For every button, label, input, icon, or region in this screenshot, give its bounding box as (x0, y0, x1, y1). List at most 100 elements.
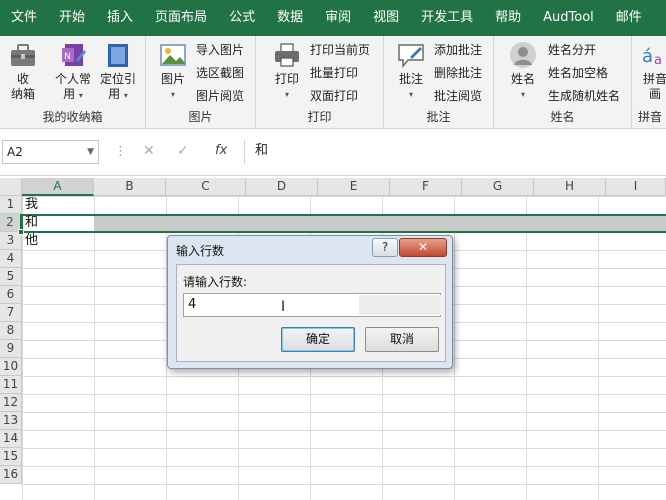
cell-a1[interactable]: 我 (25, 196, 38, 214)
menu-insert[interactable]: 插入 (96, 0, 144, 36)
name-add-space-button[interactable]: 姓名加空格 (548, 64, 620, 83)
delete-comment-button[interactable]: 删除批注 (434, 64, 482, 83)
menu-view[interactable]: 视图 (362, 0, 410, 36)
row-header-4[interactable]: 4 (0, 250, 22, 268)
cell-a2[interactable]: 和 (25, 214, 38, 232)
column-header-i[interactable]: I (606, 178, 666, 196)
menu-help[interactable]: 帮助 (484, 0, 532, 36)
formula-bar-grip-icon[interactable]: ⋮ (114, 144, 127, 159)
select-all-corner[interactable] (0, 178, 22, 196)
picture-label: 图片 (160, 72, 185, 86)
add-comment-button[interactable]: 添加批注 (434, 41, 482, 60)
picture-actions: 导入图片 选区截图 图片阅览 (196, 41, 244, 106)
locate-reference-button[interactable]: 定位引 用 ▾ (98, 40, 138, 103)
column-header-f[interactable]: F (390, 178, 462, 196)
import-picture-button[interactable]: 导入图片 (196, 41, 244, 60)
rows-prompt-label: 请输入行数: (183, 275, 248, 289)
batch-print-button[interactable]: 批量打印 (310, 64, 370, 83)
ribbon-group-print: 打印 ▾ 打印当前页 批量打印 双面打印 打印 (256, 36, 384, 129)
input-shade (359, 295, 441, 315)
help-button[interactable]: ? (372, 238, 398, 257)
menu-developer[interactable]: 开发工具 (410, 0, 484, 36)
row-header-15[interactable]: 15 (0, 448, 22, 466)
menu-file[interactable]: 文件 (0, 0, 48, 36)
print-current-page-button[interactable]: 打印当前页 (310, 41, 370, 60)
name-actions: 姓名分开 姓名加空格 生成随机姓名 (548, 41, 620, 106)
pinyin-button[interactable]: á a 拼音 画 (640, 40, 666, 102)
row-header-1[interactable]: 1 (0, 196, 22, 214)
toolbox-icon (11, 44, 35, 66)
column-header-c[interactable]: C (166, 178, 246, 196)
comment-button[interactable]: 批注 ▾ (394, 40, 428, 102)
personal-common-button[interactable]: N 个人常 用 ▾ (52, 40, 94, 103)
ok-button[interactable]: 确定 (281, 327, 355, 352)
cancel-icon[interactable]: ✕ (143, 143, 155, 159)
cell-a3[interactable]: 他 (25, 232, 38, 250)
menu-review[interactable]: 审阅 (314, 0, 362, 36)
duplex-print-button[interactable]: 双面打印 (310, 87, 370, 106)
comment-view-button[interactable]: 批注阅览 (434, 87, 482, 106)
comment-group-label: 批注 (426, 110, 451, 124)
row-header-11[interactable]: 11 (0, 376, 22, 394)
ribbon: 收 纳箱 N 个人常 用 ▾ 定位引 用 ▾ 我的收纳箱 图片 ▾ 导入图片 选… (0, 36, 666, 129)
pinyin-label-2: 画 (648, 87, 661, 101)
row-header-14[interactable]: 14 (0, 430, 22, 448)
row-header-5[interactable]: 5 (0, 268, 22, 286)
print-actions: 打印当前页 批量打印 双面打印 (310, 41, 370, 106)
menu-formulas[interactable]: 公式 (218, 0, 266, 36)
personal-notebook-icon: N (62, 44, 86, 66)
ribbon-group-comment: 批注 ▾ 添加批注 删除批注 批注阅览 批注 (384, 36, 494, 129)
row-header-10[interactable]: 10 (0, 358, 22, 376)
row-header-9[interactable]: 9 (0, 340, 22, 358)
column-header-h[interactable]: H (534, 178, 606, 196)
formula-bar: A2 ▼ ⋮ ✕ ✓ fx 和 (0, 130, 666, 176)
random-name-button[interactable]: 生成随机姓名 (548, 87, 620, 106)
rows-input[interactable]: 4 I (183, 293, 441, 317)
row-header-12[interactable]: 12 (0, 394, 22, 412)
close-button[interactable]: ✕ (399, 238, 447, 257)
column-header-g[interactable]: G (462, 178, 534, 196)
column-header-e[interactable]: E (318, 178, 390, 196)
name-box[interactable]: A2 ▼ (2, 140, 99, 164)
collection-box-button[interactable]: 收 纳箱 (6, 40, 40, 102)
menu-page-layout[interactable]: 页面布局 (144, 0, 218, 36)
row-header-7[interactable]: 7 (0, 304, 22, 322)
name-label: 姓名 (510, 72, 535, 86)
locate-reference-label-1: 定位引 (99, 72, 136, 86)
row-header-16[interactable]: 16 (0, 466, 22, 484)
dialog-title: 输入行数 (176, 244, 225, 258)
insert-function-button[interactable]: fx (215, 143, 227, 158)
menu-bar: 文件 开始 插入 页面布局 公式 数据 审阅 视图 开发工具 帮助 AudToo… (0, 0, 666, 36)
cancel-button[interactable]: 取消 (365, 327, 439, 352)
menu-audtool[interactable]: AudTool (532, 0, 605, 36)
locate-reference-icon (108, 44, 128, 67)
column-header-a[interactable]: A (22, 178, 94, 196)
print-button[interactable]: 打印 ▾ (270, 40, 304, 102)
enter-check-icon[interactable]: ✓ (177, 143, 189, 159)
pinyin-label-1: 拼音 (642, 72, 666, 86)
picture-view-button[interactable]: 图片阅览 (196, 87, 244, 106)
row-header-6[interactable]: 6 (0, 286, 22, 304)
pinyin-icon: á a (642, 46, 662, 68)
row-header-8[interactable]: 8 (0, 322, 22, 340)
name-button[interactable]: 姓名 ▾ (506, 40, 540, 102)
name-group-label: 姓名 (550, 110, 575, 124)
fill-handle[interactable] (18, 229, 24, 235)
selection-screenshot-button[interactable]: 选区截图 (196, 64, 244, 83)
name-box-dropdown-icon[interactable]: ▼ (87, 141, 94, 163)
menu-mail[interactable]: 邮件 (605, 0, 653, 36)
row-header-13[interactable]: 13 (0, 412, 22, 430)
column-header-d[interactable]: D (246, 178, 318, 196)
personal-common-label-1: 个人常 (54, 72, 91, 86)
picture-button[interactable]: 图片 ▾ (156, 40, 190, 102)
print-caret: ▾ (284, 90, 289, 99)
menu-data[interactable]: 数据 (266, 0, 314, 36)
formula-input[interactable]: 和 (244, 140, 666, 164)
name-box-value: A2 (7, 145, 23, 159)
comment-label: 批注 (398, 72, 423, 86)
column-header-b[interactable]: B (94, 178, 166, 196)
menu-home[interactable]: 开始 (48, 0, 96, 36)
split-name-button[interactable]: 姓名分开 (548, 41, 620, 60)
picture-caret: ▾ (170, 90, 175, 99)
selection-border (21, 214, 666, 233)
